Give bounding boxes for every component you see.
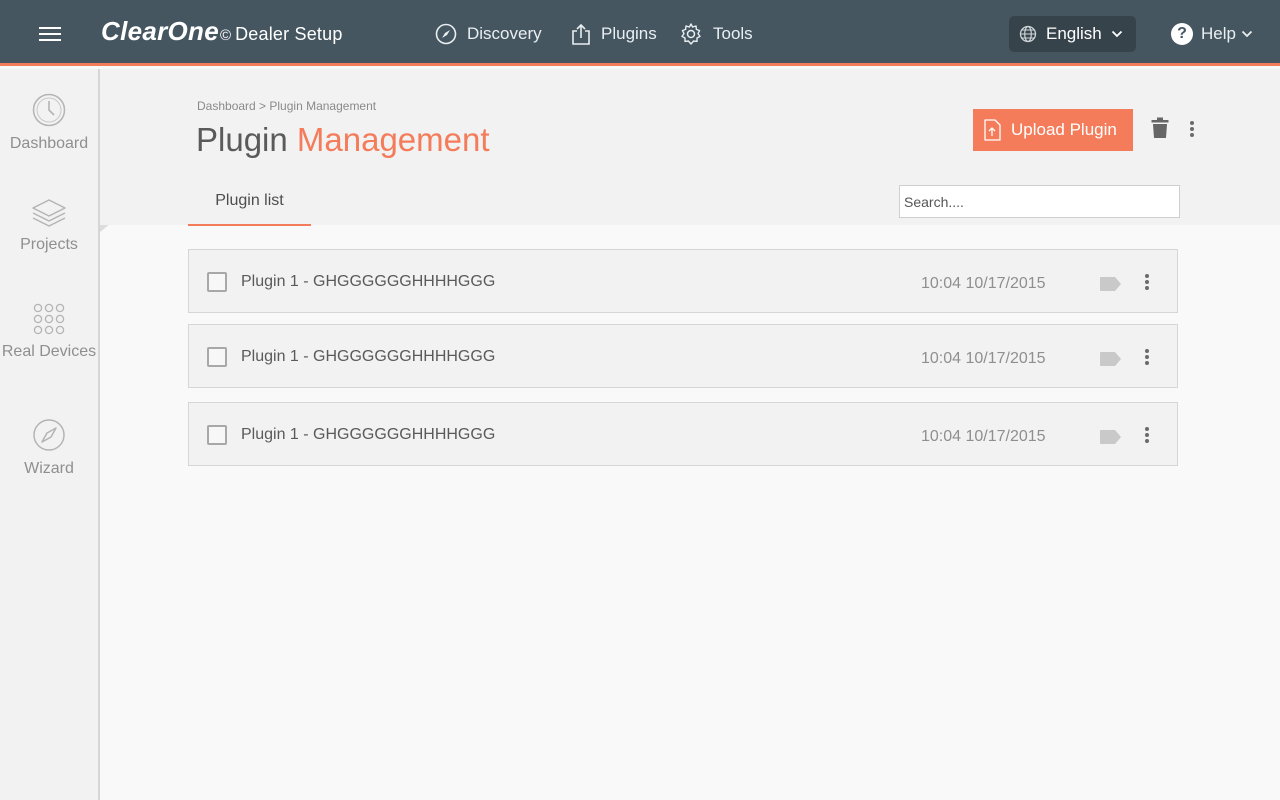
row-options-icon[interactable] (1144, 425, 1150, 445)
language-selector[interactable]: English (1009, 16, 1136, 52)
row-options-icon[interactable] (1144, 347, 1150, 367)
page-title: Plugin Management (196, 121, 490, 159)
plugin-name: Plugin 1 - GHGGGGGGHHHHGGG (241, 273, 496, 290)
nav-discovery[interactable]: Discovery (435, 20, 542, 48)
sidebar-item-label: Projects (20, 236, 78, 253)
compass-icon (435, 23, 457, 45)
compass-icon (33, 419, 65, 451)
sidebar-item-label: Wizard (24, 460, 74, 477)
upload-icon (572, 23, 590, 45)
nav-plugins[interactable]: Plugins (571, 20, 657, 48)
select-checkbox[interactable] (207, 347, 227, 367)
sidebar-item-wizard[interactable]: Wizard (0, 418, 98, 478)
hamburger-menu-icon[interactable] (38, 24, 62, 42)
layers-icon (32, 199, 66, 227)
sidebar-item-label: Dashboard (9, 135, 89, 152)
tag-icon[interactable] (1099, 276, 1123, 292)
list-item: Plugin 1 - GHGGGGGGHHHHGGG 10:04 10/17/2… (188, 324, 1178, 388)
brand-logo: ClearOne (101, 16, 220, 46)
sidebar-item-dashboard[interactable]: Dashboard (0, 93, 98, 153)
copyright-symbol: © (220, 27, 232, 44)
plugin-name: Plugin 1 - GHGGGGGGHHHHGGG (241, 426, 496, 443)
breadcrumb: Dashboard > Plugin Management (197, 99, 377, 113)
tab-plugin-list[interactable]: Plugin list (188, 186, 311, 226)
tag-icon[interactable] (1099, 351, 1123, 367)
page-title-main: Plugin (196, 121, 297, 158)
help-label: Help (1201, 24, 1236, 43)
help-menu[interactable]: ? Help (1171, 21, 1253, 47)
upload-plugin-label: Upload Plugin (1011, 120, 1117, 139)
trash-icon[interactable] (1151, 117, 1169, 139)
gear-icon (681, 23, 701, 45)
nav-discovery-label: Discovery (467, 24, 542, 43)
plugin-timestamp: 10:04 10/17/2015 (921, 428, 1046, 445)
language-label: English (1046, 24, 1102, 43)
plugin-timestamp: 10:04 10/17/2015 (921, 350, 1046, 367)
clock-icon (32, 93, 66, 127)
brand: ClearOne© Dealer Setup (101, 16, 343, 47)
globe-icon (1019, 25, 1037, 43)
help-icon: ? (1171, 23, 1193, 45)
search-input[interactable] (899, 185, 1180, 218)
top-bar: ClearOne© Dealer Setup Discovery Plugins … (0, 0, 1280, 66)
nav-tools-label: Tools (713, 24, 753, 43)
nav-plugins-label: Plugins (601, 24, 657, 43)
sidebar: Dashboard Projects Real Devices Wizard (0, 69, 100, 800)
upload-plugin-button[interactable]: Upload Plugin (973, 109, 1133, 151)
list-item: Plugin 1 - GHGGGGGGHHHHGGG 10:04 10/17/2… (188, 402, 1178, 466)
nav-tools[interactable]: Tools (679, 20, 753, 48)
plugin-timestamp: 10:04 10/17/2015 (921, 275, 1046, 292)
grid-dots-icon (33, 303, 65, 335)
chevron-down-icon (1111, 30, 1122, 38)
page-title-accent: Management (296, 121, 490, 158)
brand-subtitle: Dealer Setup (235, 24, 343, 44)
select-checkbox[interactable] (207, 272, 227, 292)
sidebar-item-real-devices[interactable]: Real Devices (0, 303, 98, 361)
tag-icon[interactable] (1099, 429, 1123, 445)
chevron-down-icon (1241, 30, 1253, 38)
file-upload-icon (984, 119, 1001, 141)
plugin-name: Plugin 1 - GHGGGGGGHHHHGGG (241, 348, 496, 365)
more-options-icon[interactable] (1189, 119, 1195, 139)
sidebar-item-label: Real Devices (1, 343, 97, 360)
row-options-icon[interactable] (1144, 272, 1150, 292)
sidebar-item-projects[interactable]: Projects (0, 198, 98, 254)
select-checkbox[interactable] (207, 425, 227, 445)
list-item: Plugin 1 - GHGGGGGGHHHHGGG 10:04 10/17/2… (188, 249, 1178, 313)
